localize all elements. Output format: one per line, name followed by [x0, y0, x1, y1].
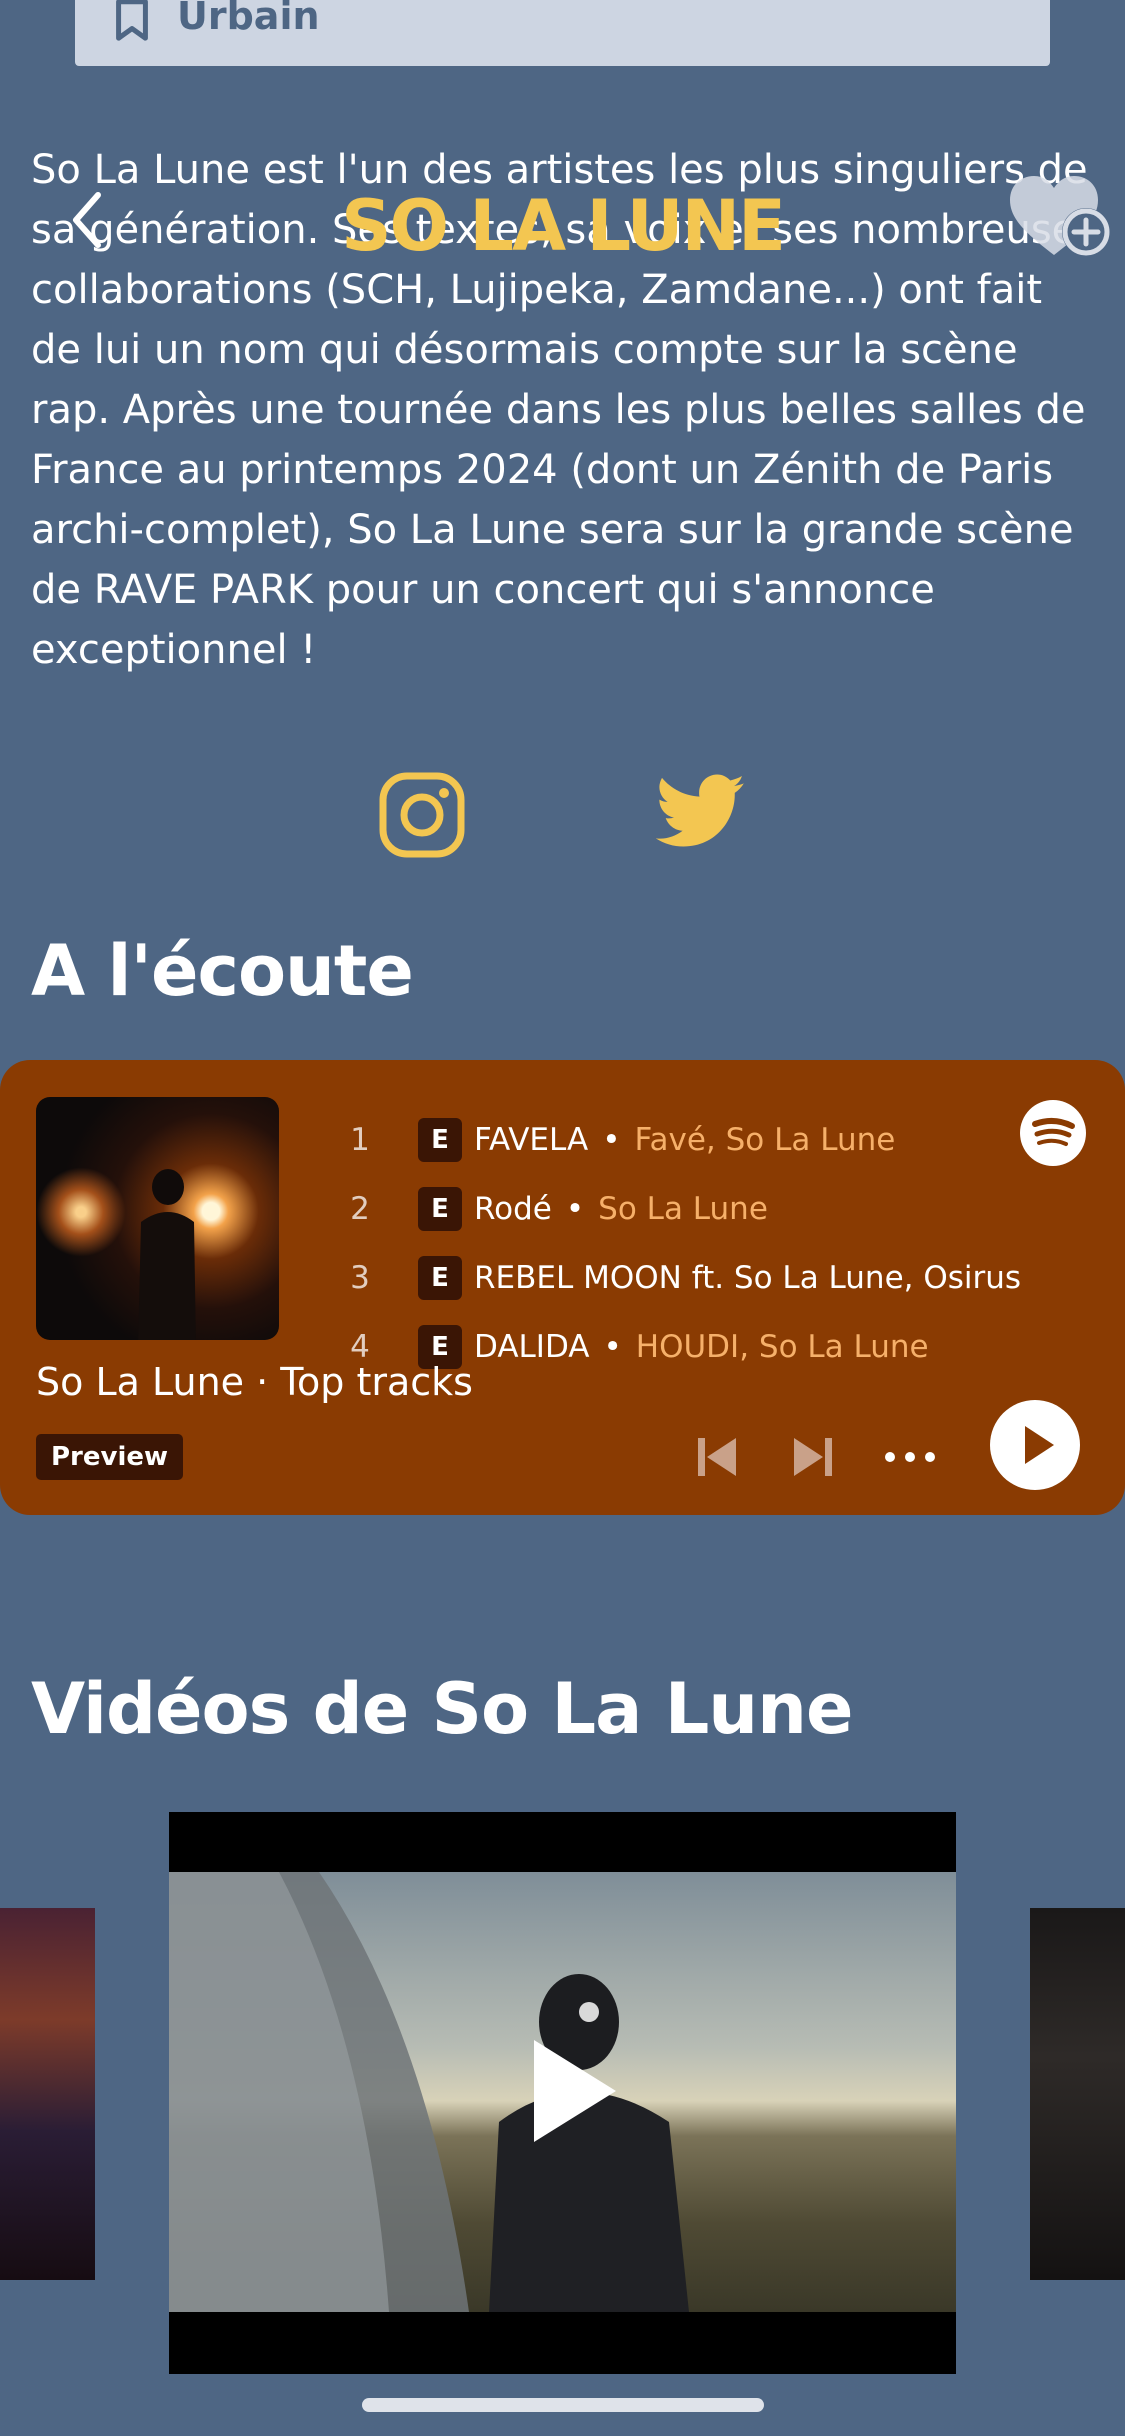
section-title-videos: Vidéos de So La Lune	[31, 1668, 853, 1750]
tag-label: Urbain	[177, 0, 320, 38]
twitter-icon	[655, 774, 745, 847]
track-number: 3	[350, 1259, 370, 1296]
skip-back-icon	[698, 1438, 736, 1476]
play-icon	[534, 2040, 616, 2142]
spotify-logo-icon[interactable]	[1020, 1100, 1086, 1166]
track-artist[interactable]: HOUDI, So La Lune	[636, 1329, 929, 1365]
explicit-badge: E	[418, 1186, 462, 1231]
add-favorite-button[interactable]	[1004, 170, 1114, 270]
instagram-icon	[379, 772, 465, 858]
separator-dot: •	[602, 1121, 621, 1158]
video-thumbnail-next[interactable]	[1030, 1908, 1125, 2280]
album-cover	[36, 1097, 279, 1340]
more-dots-icon	[885, 1452, 935, 1462]
more-options-button[interactable]	[880, 1432, 940, 1482]
spotify-embed[interactable]: 1 E FAVELA • Favé, So La Lune 2 E Rodé •…	[0, 1060, 1125, 1515]
skip-forward-icon	[794, 1438, 832, 1476]
play-button[interactable]	[990, 1400, 1080, 1490]
next-track-button[interactable]	[788, 1432, 838, 1482]
preview-badge: Preview	[36, 1434, 184, 1480]
tag-card[interactable]: Urbain	[75, 0, 1050, 66]
track-row[interactable]: 2 E Rodé • So La Lune	[330, 1174, 1030, 1243]
separator-dot: •	[565, 1190, 585, 1227]
video-play-button[interactable]	[530, 2036, 620, 2146]
play-icon	[1025, 1426, 1054, 1464]
track-artist[interactable]: Favé, So La Lune	[635, 1122, 896, 1158]
bookmark-icon	[116, 0, 148, 41]
explicit-badge: E	[418, 1117, 462, 1162]
explicit-badge: E	[418, 1255, 462, 1300]
section-title-listening: A l'écoute	[31, 930, 414, 1012]
separator-dot: •	[603, 1328, 622, 1365]
track-number: 1	[350, 1121, 370, 1158]
video-thumbnail-previous[interactable]	[0, 1908, 95, 2280]
twitter-link[interactable]	[655, 772, 746, 862]
home-indicator[interactable]	[362, 2398, 764, 2412]
track-title: REBEL MOON ft. So La Lune, Osirus	[474, 1259, 1022, 1296]
instagram-link[interactable]	[377, 770, 467, 860]
previous-track-button[interactable]	[692, 1432, 742, 1482]
track-list: 1 E FAVELA • Favé, So La Lune 2 E Rodé •…	[330, 1105, 1030, 1395]
track-title: DALIDA	[474, 1328, 590, 1365]
track-title: Rodé	[474, 1190, 552, 1227]
track-row[interactable]: 1 E FAVELA • Favé, So La Lune	[330, 1105, 1030, 1174]
page-title: SO LA LUNE	[341, 185, 786, 267]
heart-plus-icon	[1010, 176, 1110, 256]
track-number: 2	[350, 1190, 370, 1227]
track-title: FAVELA	[474, 1121, 589, 1158]
playlist-title: So La Lune · Top tracks	[36, 1360, 473, 1404]
track-artist[interactable]: So La Lune	[598, 1191, 768, 1227]
track-row[interactable]: 3 E REBEL MOON ft. So La Lune, Osirus	[330, 1243, 1030, 1312]
